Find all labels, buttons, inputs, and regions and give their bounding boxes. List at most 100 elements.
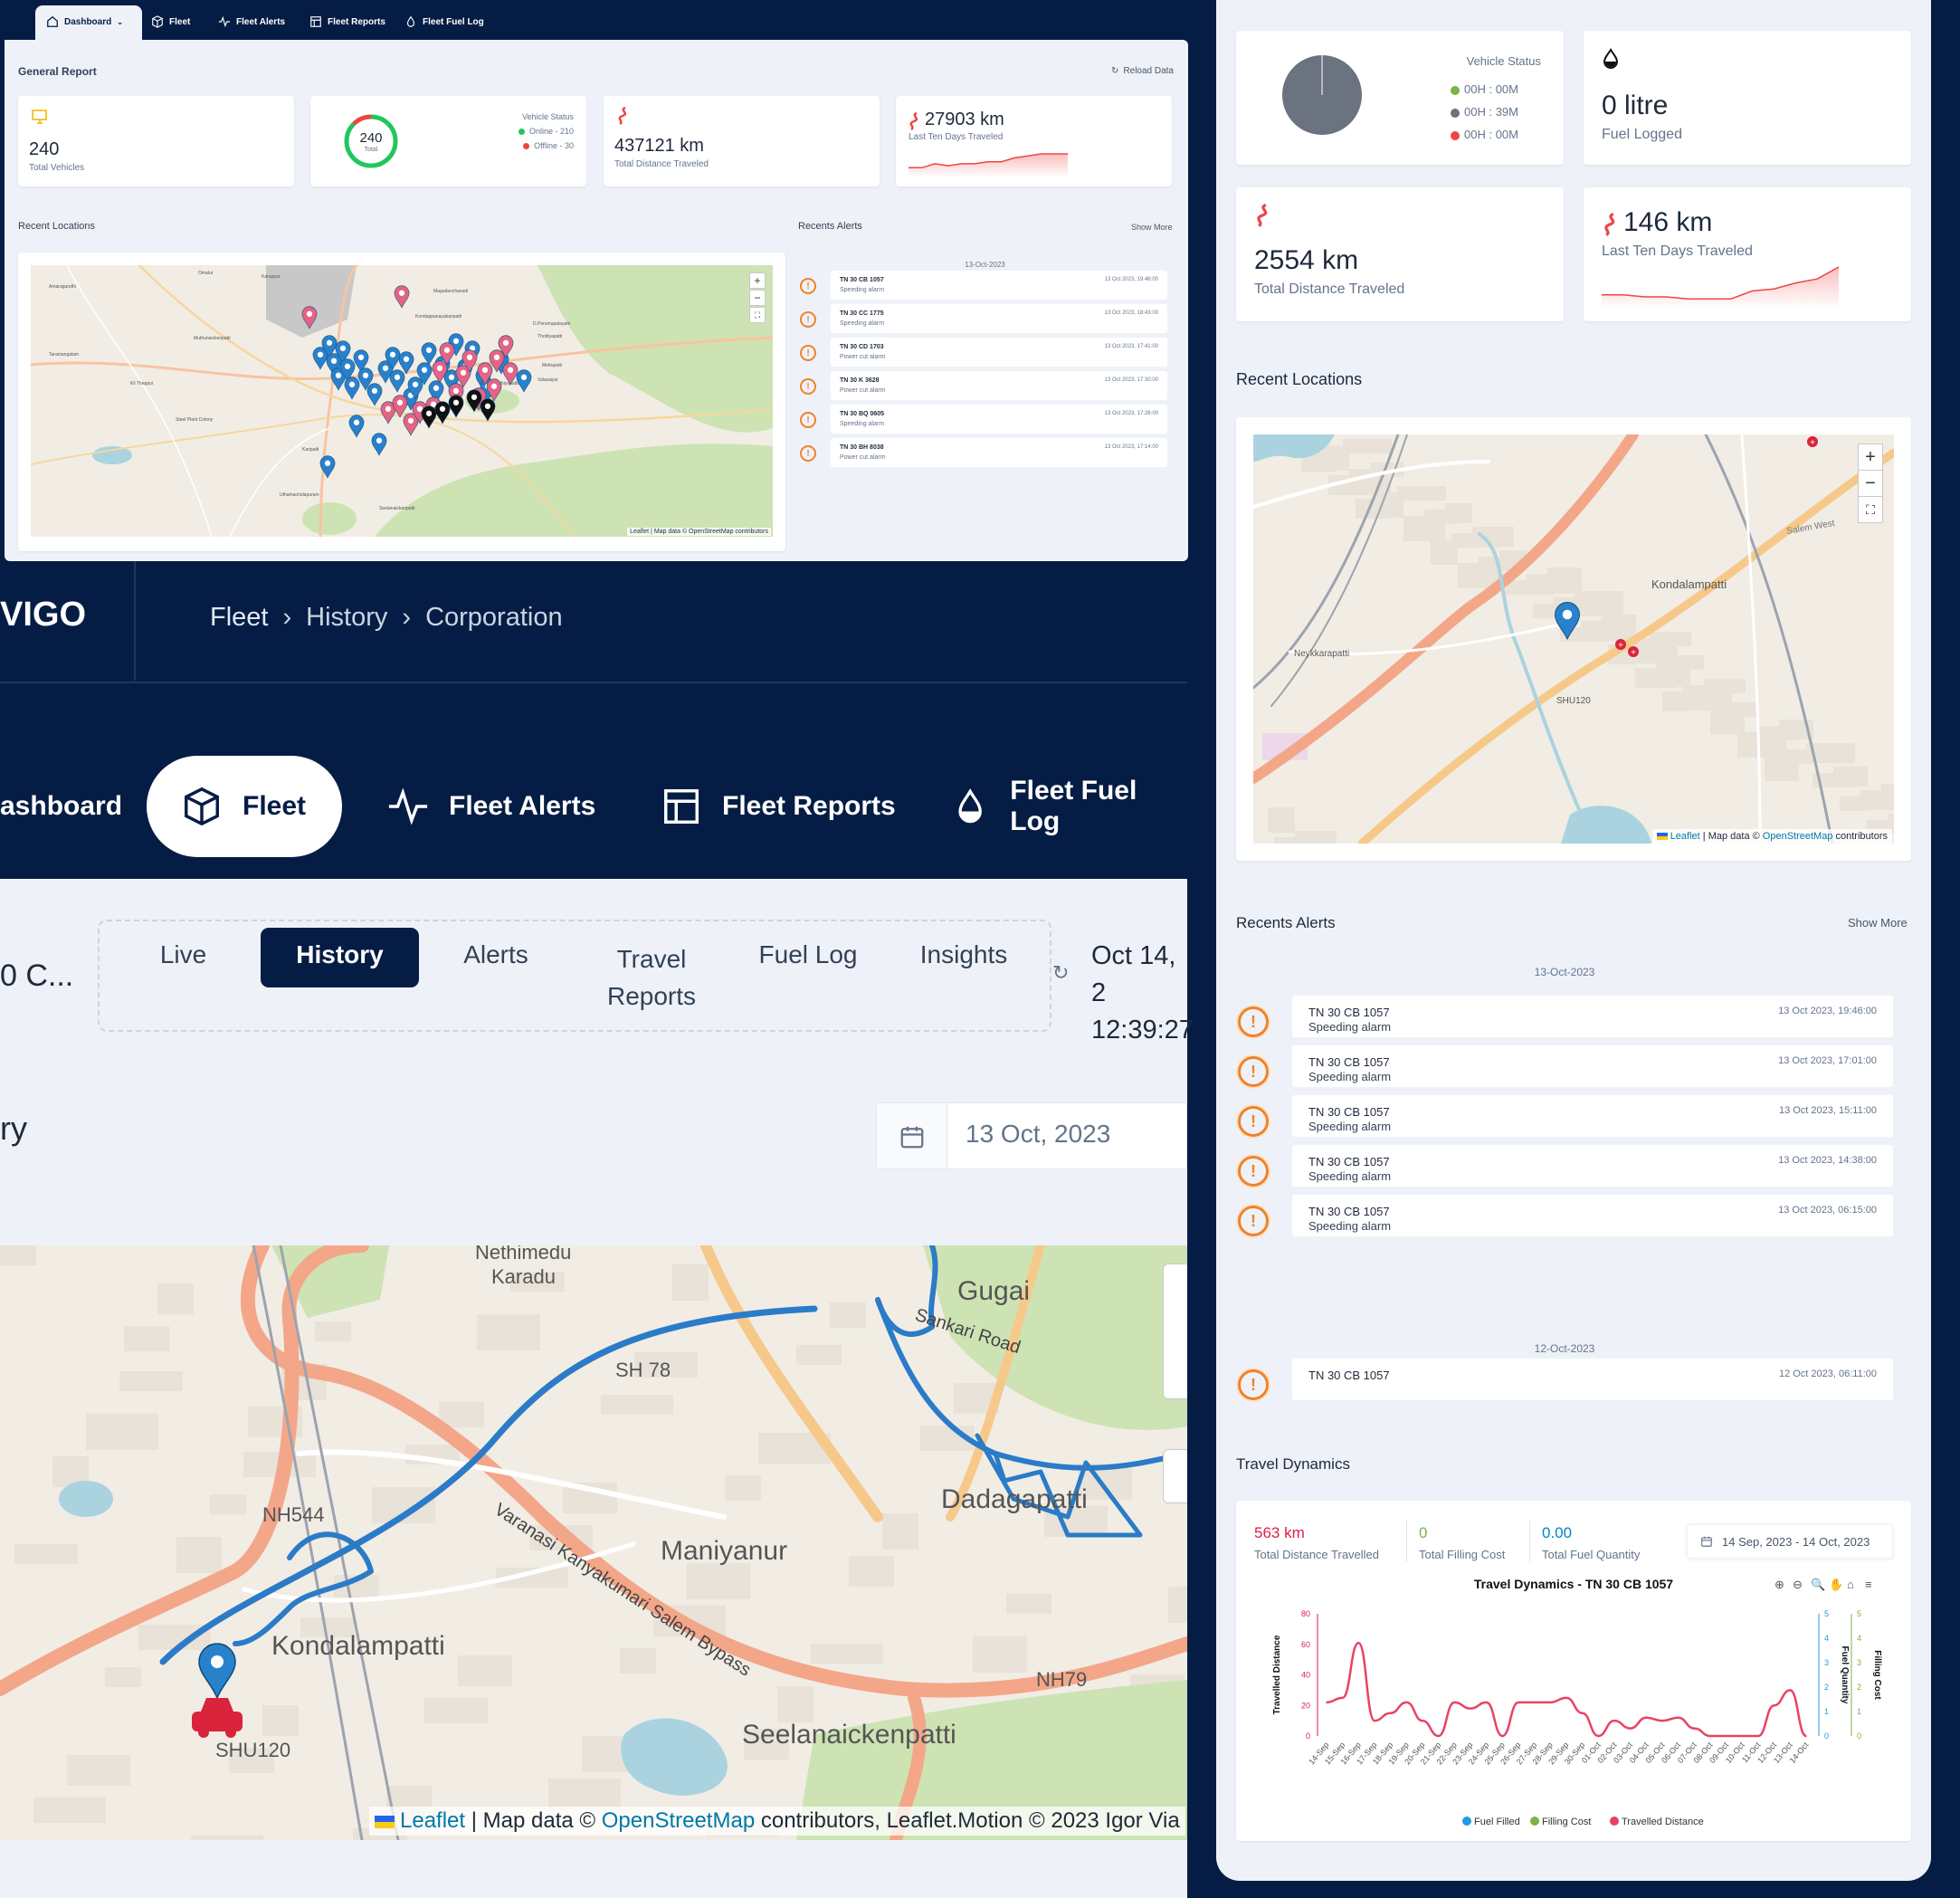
menu-icon[interactable]: ≡ — [1865, 1578, 1872, 1591]
alarm-icon: ! — [1238, 1206, 1269, 1236]
leaflet-link[interactable]: Leaflet — [400, 1808, 465, 1833]
alert-row[interactable]: TN 30 K 3628 Power cut alarm 13 Oct 2023, … — [831, 371, 1167, 400]
nav-fleet-alerts[interactable]: Fleet Alerts — [218, 7, 285, 36]
fleet-map[interactable]: Omalur Karuppur Magudanchavadi Kondappanaya… — [31, 265, 773, 537]
alert-row[interactable]: TN 30 BQ 0605 Speeding alarm 13 Oct 2023, … — [831, 405, 1167, 434]
data-point — [1374, 1720, 1375, 1722]
fullscreen-button[interactable]: ⛶ — [749, 307, 766, 323]
alert-row[interactable]: TN 30 CB 1057 Speeding alarm 13 Oct 2023, … — [831, 271, 1167, 300]
map-block — [0, 1245, 36, 1265]
show-more-link[interactable]: Show More — [1848, 916, 1908, 930]
fleet-map-canvas[interactable]: Omalur Karuppur Magudanchavadi Kondappanaya… — [31, 265, 773, 537]
legend-label[interactable]: Travelled Distance — [1622, 1817, 1704, 1827]
data-point — [1629, 1727, 1632, 1730]
tab-fuel-log[interactable]: Fuel Log — [742, 940, 874, 969]
status-dot — [1451, 108, 1460, 118]
nav-fleet-alerts[interactable]: Fleet Alerts — [387, 756, 595, 857]
zoom-out-button[interactable]: − — [749, 290, 766, 306]
history-map[interactable]: Nethimedu Karadu Gugai SH 78 NH544 Dadagapatt… — [0, 1245, 1187, 1840]
zoom-in-icon[interactable]: ⊕ — [1774, 1578, 1784, 1591]
tab-travel-reports[interactable]: Travel Reports — [579, 940, 724, 1015]
total-distance-card: 2554 km Total Distance Traveled — [1236, 187, 1564, 321]
date-range-picker[interactable]: 14 Sep, 2023 - 14 Oct, 2023 — [1687, 1524, 1893, 1559]
reset-zoom-icon[interactable]: ⌂ — [1847, 1578, 1854, 1591]
zoom-out-button[interactable]: − — [1858, 470, 1883, 497]
alert-time: 13 Oct 2023, 17:41:00 — [1104, 344, 1158, 349]
map-block — [210, 1494, 246, 1514]
alert-row[interactable]: TN 30 CB 1057 Speeding alarm 13 Oct 2023, … — [1292, 1045, 1893, 1087]
leaflet-link[interactable]: Leaflet — [1670, 831, 1700, 842]
map-block — [315, 1321, 351, 1341]
recent-locations-title: Recent Locations — [1236, 370, 1363, 388]
breadcrumb-corporation: Corporation — [425, 603, 563, 632]
zoom-out-icon[interactable]: ⊖ — [1793, 1578, 1803, 1591]
map-label: Maniyanur — [661, 1536, 787, 1566]
date-input[interactable]: 13 Oct, 2023 — [966, 1120, 1110, 1149]
zoom-controls[interactable] — [1163, 1264, 1187, 1399]
reload-data-button[interactable]: ↻ Reload Data — [1111, 66, 1174, 76]
zoom-in-button[interactable]: + — [749, 272, 766, 289]
nav-fleet-fuel-log[interactable]: Fleet Fuel Log — [404, 7, 484, 36]
osm-link[interactable]: OpenStreetMap — [1763, 831, 1833, 842]
map-label: Karadu — [491, 1265, 556, 1288]
nav-fleet-reports[interactable]: Fleet Reports — [661, 756, 896, 857]
y-tick-label: 20 — [1301, 1701, 1310, 1710]
alert-plate: TN 30 CB 1057 — [1308, 1055, 1390, 1069]
vehicle-map[interactable]: Kondalampatti Neykkarapatti SHU120 Salem We… — [1253, 434, 1894, 844]
tab-live[interactable]: Live — [127, 940, 240, 969]
alert-plate: TN 30 CB 1057 — [1308, 1105, 1390, 1119]
refresh-icon[interactable]: ↻ — [1052, 961, 1069, 985]
vehicle-map-canvas[interactable]: KondalampattiNeykkarapattiSHU120Salem We… — [1253, 434, 1894, 844]
alert-time: 13 Oct 2023, 18:43:00 — [1104, 310, 1158, 316]
tab-alerts[interactable]: Alerts — [442, 940, 550, 969]
recent-alerts-list[interactable]: 13-Oct-2023 12-Oct-2023 ! TN 30 CB 1057 Sp… — [1236, 946, 1911, 1403]
nav-dashboard[interactable]: Dashboard ⌄ — [46, 7, 123, 36]
nav-fleet[interactable]: Fleet — [151, 7, 190, 36]
nav-fleet[interactable]: Fleet — [181, 756, 306, 857]
nav-fleet-reports[interactable]: Fleet Reports — [309, 7, 385, 36]
history-map-canvas[interactable]: NethimeduKaradu Gugai SH 78 NH544 Dadagapatt… — [0, 1245, 1187, 1840]
road-icon — [909, 112, 918, 130]
zoom-in-button[interactable]: + — [1858, 444, 1883, 471]
alert-row[interactable]: TN 30 CC 1775 Speeding alarm 13 Oct 2023, … — [831, 304, 1167, 333]
nav-dashboard[interactable]: ashboard — [0, 756, 122, 857]
show-more-link[interactable]: Show More — [1131, 223, 1173, 232]
calendar-icon — [1701, 1536, 1712, 1547]
nav-fleet-fuel-log-label: Fleet Fuel Log — [423, 16, 484, 27]
alert-row[interactable]: TN 30 CB 1057 Speeding alarm 13 Oct 2023, … — [1292, 1145, 1893, 1187]
travel-dynamics-chart[interactable]: Travel Dynamics - TN 30 CB 1057 ⊕ ⊖ 🔍 ✋ ⌂ ≡ 80 6… — [1236, 1573, 1911, 1836]
map-block — [1881, 784, 1894, 809]
date-picker[interactable]: 13 Oct, 2023 — [876, 1102, 1187, 1169]
breadcrumb-history[interactable]: History — [306, 603, 387, 633]
alert-row[interactable]: TN 30 CB 1057 Speeding alarm 13 Oct 2023, … — [1292, 1195, 1893, 1236]
donut-value: 240 — [359, 130, 383, 146]
alert-row[interactable]: TN 30 CB 1057 12 Oct 2023, 06:11:00 — [1292, 1359, 1893, 1400]
vehicle-status-title: Vehicle Status — [521, 112, 574, 121]
tab-insights[interactable]: Insights — [900, 940, 1027, 969]
alert-type: Speeding alarm — [1308, 1070, 1392, 1083]
table-icon — [664, 789, 699, 824]
map-label: Magudanchavadi — [433, 289, 468, 294]
data-point — [1470, 1707, 1471, 1710]
alarm-icon: ! — [1238, 1006, 1269, 1037]
layer-control[interactable] — [1163, 1449, 1187, 1503]
pan-icon[interactable]: ✋ — [1829, 1578, 1843, 1591]
online-legend-label: Online - 210 — [528, 127, 574, 136]
legend-label[interactable]: Filling Cost — [1542, 1817, 1591, 1827]
map-attribution[interactable]: Leaflet | Map data © OpenStreetMap contr… — [627, 528, 771, 536]
tab-history[interactable]: History — [261, 940, 419, 969]
alert-row[interactable]: TN 30 CD 1703 Power cut alarm 13 Oct 2023,… — [831, 338, 1167, 367]
osm-link[interactable]: OpenStreetMap — [602, 1808, 755, 1833]
data-point — [1501, 1735, 1504, 1737]
legend-label[interactable]: Fuel Filled — [1474, 1817, 1520, 1827]
fullscreen-button[interactable]: ⛶ — [1858, 496, 1883, 523]
map-block — [1295, 831, 1337, 844]
map-label: SHU120 — [215, 1739, 290, 1761]
alert-row[interactable]: TN 30 BH 8038 Power cut alarm 13 Oct 2023,… — [831, 438, 1167, 467]
alert-row[interactable]: TN 30 CB 1057 Speeding alarm 13 Oct 2023, … — [1292, 996, 1893, 1037]
alert-row[interactable]: TN 30 CB 1057 Speeding alarm 13 Oct 2023, … — [1292, 1095, 1893, 1137]
map-block — [124, 1326, 169, 1351]
selection-zoom-icon[interactable]: 🔍 — [1811, 1577, 1825, 1591]
breadcrumb-fleet[interactable]: Fleet — [210, 603, 268, 633]
nav-fleet-fuel-log[interactable]: Fleet Fuel Log — [950, 756, 1187, 857]
